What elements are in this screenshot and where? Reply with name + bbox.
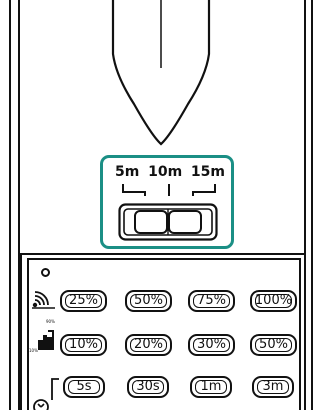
signal-strength-icon [32, 291, 55, 309]
range-labels: 5m 10m 15m [115, 164, 225, 180]
range-label-15m: 15m [190, 164, 225, 180]
brightness-30-button[interactable]: 30% [188, 334, 235, 356]
power-100-button[interactable]: 100% [250, 290, 297, 312]
timer-30s-button[interactable]: 30s [127, 376, 169, 398]
power-25-button[interactable]: 25% [60, 290, 107, 312]
device-tip [111, 0, 211, 146]
device-illustration: 5m 10m 15m 25% 50% 75% 100% 90% 10% 10% … [0, 0, 323, 410]
range-label-5m: 5m [115, 164, 140, 180]
timer-icon [33, 378, 59, 410]
range-marks [122, 184, 216, 196]
brightness-50-button[interactable]: 50% [250, 334, 297, 356]
indicator-light [41, 268, 50, 277]
power-50-button[interactable]: 50% [125, 290, 172, 312]
brightness-20-button[interactable]: 20% [125, 334, 172, 356]
brightness-10-button[interactable]: 10% [60, 334, 107, 356]
range-slide-switch[interactable] [118, 203, 218, 241]
brightness-icon-label-top: 90% [46, 319, 55, 324]
panel-inner-left-edge [27, 258, 29, 410]
range-label-10m: 10m [148, 164, 183, 180]
power-75-button[interactable]: 75% [188, 290, 235, 312]
panel-inner-right-edge [299, 258, 301, 410]
timer-1m-button[interactable]: 1m [190, 376, 232, 398]
timer-5s-button[interactable]: 5s [63, 376, 105, 398]
range-selector: 5m 10m 15m [100, 155, 234, 249]
timer-3m-button[interactable]: 3m [252, 376, 294, 398]
brightness-level-icon [38, 330, 54, 350]
panel-inner-top-edge [27, 258, 301, 260]
